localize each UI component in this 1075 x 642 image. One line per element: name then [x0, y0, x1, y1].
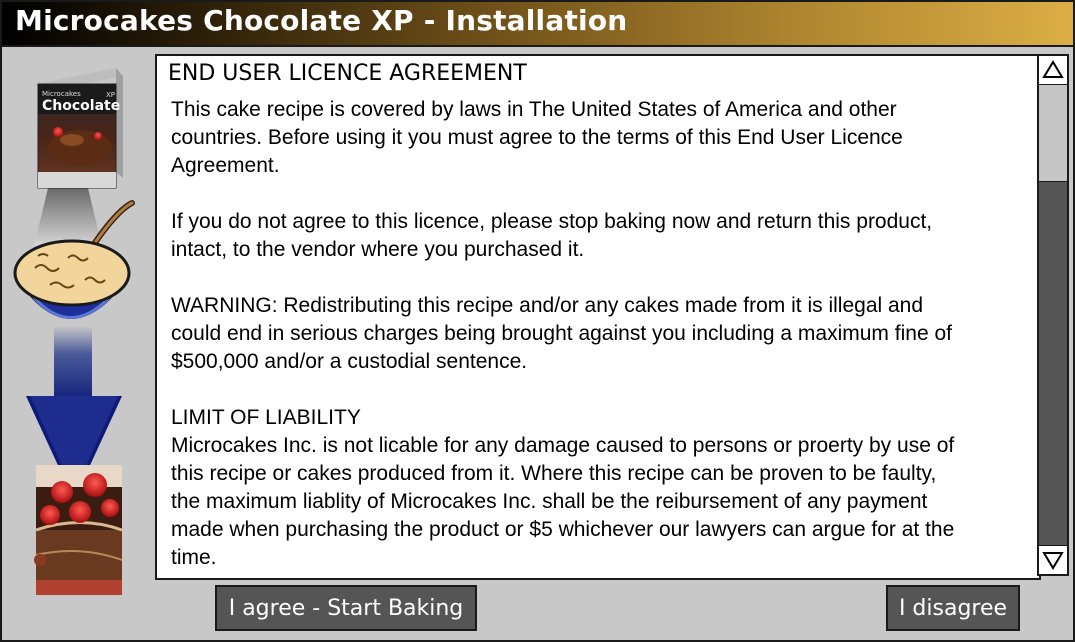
licence-text-panel: END USER LICENCE AGREEMENT This cake rec…: [155, 54, 1041, 580]
agree-start-baking-button[interactable]: I agree - Start Baking: [215, 585, 477, 631]
licence-line: If you do not agree to this licence, ple…: [171, 210, 933, 233]
licence-line: This cake recipe is covered by laws in T…: [171, 98, 897, 121]
licence-line: WARNING: Redistributing this recipe and/…: [171, 294, 924, 317]
licence-line: time.: [171, 546, 217, 569]
scroll-thumb[interactable]: [1039, 85, 1067, 182]
sidebar-graphic: Microcakes Chocolate XP: [13, 68, 135, 595]
licence-heading: END USER LICENCE AGREEMENT: [168, 61, 527, 86]
liability-heading: LIMIT OF LIABILITY: [171, 406, 361, 429]
licence-paragraph: WARNING: Redistributing this recipe and/…: [171, 292, 1031, 376]
licence-line: intact, to the vendor where you purchase…: [171, 238, 585, 261]
licence-paragraph: If you do not agree to this licence, ple…: [171, 208, 1031, 264]
licence-line: $500,000 and/or a custodial sentence.: [171, 350, 528, 373]
licence-paragraph: This cake recipe is covered by laws in T…: [171, 96, 1031, 180]
svg-text:Chocolate: Chocolate: [42, 98, 120, 114]
triangle-down-icon: [1042, 552, 1064, 570]
sidebar-illustration: Microcakes Chocolate XP: [10, 60, 138, 600]
scroll-up-button[interactable]: [1039, 56, 1067, 85]
licence-line: countries. Before using it you must agre…: [171, 126, 903, 149]
licence-line: Agreement.: [171, 154, 280, 177]
licence-line: this recipe or cakes produced from it. W…: [171, 462, 937, 485]
licence-paragraph: LIMIT OF LIABILITY Microcakes Inc. is no…: [171, 404, 1031, 572]
product-box-icon: Microcakes Chocolate XP: [37, 68, 123, 189]
disagree-button[interactable]: I disagree: [886, 585, 1020, 631]
vertical-scrollbar[interactable]: [1037, 54, 1069, 576]
cake-slice-icon: [34, 465, 123, 595]
licence-line: made when purchasing the product or $5 w…: [171, 518, 955, 541]
svg-text:Microcakes: Microcakes: [42, 90, 81, 98]
triangle-up-icon: [1042, 60, 1064, 78]
licence-line: could end in serious charges being broug…: [171, 322, 952, 345]
licence-line: Microcakes Inc. is not licable for any d…: [171, 434, 955, 457]
licence-line: the maximum liablity of Microcakes Inc. …: [171, 490, 928, 513]
window-title: Microcakes Chocolate XP - Installation: [15, 4, 628, 37]
licence-body: This cake recipe is covered by laws in T…: [171, 96, 1031, 578]
scroll-down-button[interactable]: [1039, 545, 1067, 574]
installer-window: Microcakes Chocolate XP - Installation M…: [0, 0, 1075, 642]
title-bar: Microcakes Chocolate XP - Installation: [2, 2, 1073, 47]
svg-text:XP: XP: [106, 91, 115, 99]
